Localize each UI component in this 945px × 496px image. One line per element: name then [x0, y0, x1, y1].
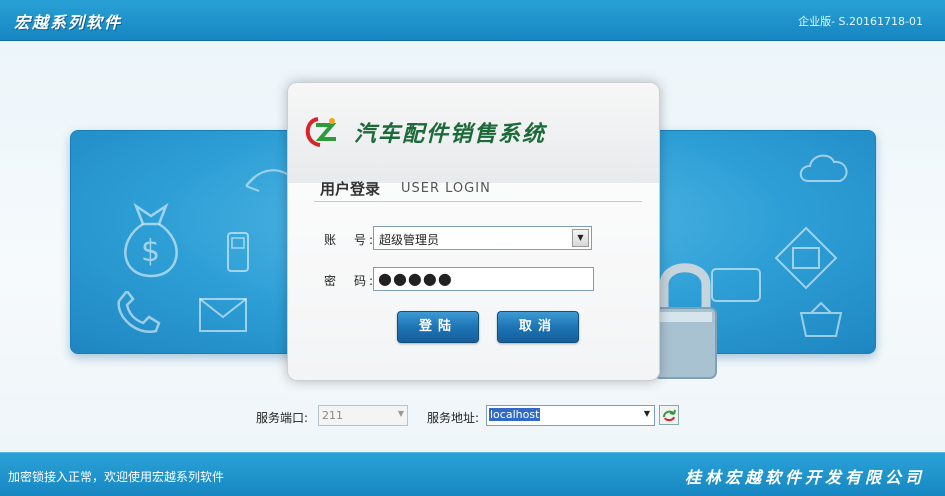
chevron-down-icon[interactable]: ▼	[398, 409, 404, 418]
refresh-icon	[663, 409, 676, 422]
title-bar: 宏越系列软件 企业版- S.20161718-01	[0, 0, 945, 41]
basket-icon	[799, 301, 843, 337]
brand-logo-text: 宏越系列软件	[14, 13, 123, 32]
chevron-down-icon[interactable]: ▼	[644, 409, 650, 418]
login-panel: 汽车配件销售系统 用户登录 USER LOGIN 账 号: 超级管理员 ▼ 密 …	[287, 82, 660, 381]
server-address-select[interactable]: localhost ▼	[486, 405, 655, 426]
password-label: 密 码:	[324, 274, 377, 288]
product-logo-icon	[305, 117, 337, 147]
status-bar: 加密锁接入正常，欢迎使用宏越系列软件 桂林宏越软件开发有限公司	[0, 452, 945, 496]
status-message: 加密锁接入正常，欢迎使用宏越系列软件	[8, 470, 225, 484]
phone-icon	[117, 291, 161, 334]
password-value: ●●●●●	[378, 269, 453, 288]
svg-text:$: $	[141, 234, 160, 269]
company-name: 桂林宏越软件开发有限公司	[684, 468, 925, 487]
padlock-icon	[653, 263, 717, 379]
cancel-button[interactable]: 取消	[497, 311, 579, 343]
login-button[interactable]: 登陆	[397, 311, 479, 343]
connect-button[interactable]	[659, 405, 679, 425]
cloud-icon	[799, 154, 848, 182]
screen-icon	[774, 226, 838, 290]
version-label: 企业版- S.20161718-01	[798, 15, 923, 28]
divider	[314, 201, 642, 202]
password-field[interactable]: ●●●●●	[373, 267, 594, 291]
chevron-down-icon[interactable]: ▼	[572, 229, 589, 247]
system-title: 汽车配件销售系统	[354, 121, 547, 147]
login-heading: 用户登录	[320, 180, 381, 198]
mobile-phone-icon	[227, 232, 249, 272]
login-heading-en: USER LOGIN	[401, 181, 491, 196]
account-label: 账 号:	[324, 233, 377, 247]
server-port-value: 211	[322, 409, 343, 422]
mail-icon	[199, 298, 247, 332]
money-bag-icon: $	[124, 202, 178, 278]
account-value: 超级管理员	[379, 233, 440, 247]
server-address-label: 服务地址:	[427, 411, 480, 425]
server-port-label: 服务端口:	[256, 411, 309, 425]
server-port-select[interactable]: 211 ▼	[318, 405, 408, 426]
server-address-value: localhost	[489, 408, 541, 421]
account-select[interactable]: 超级管理员 ▼	[373, 226, 592, 250]
